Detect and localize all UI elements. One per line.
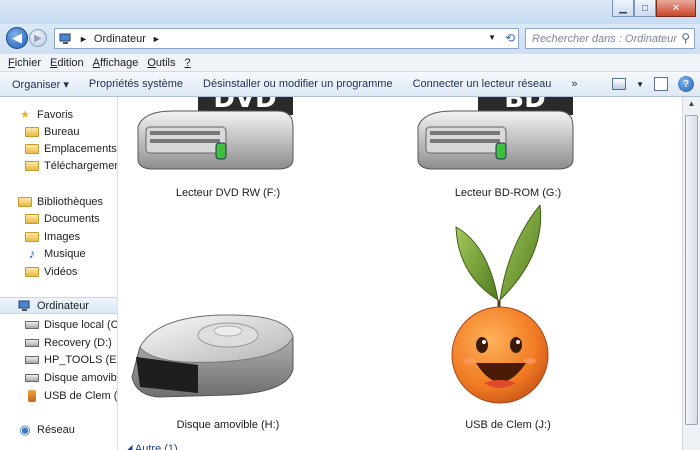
- drive-tile-bd[interactable]: BD Lecteur BD-ROM (G:): [398, 97, 618, 199]
- recent-places-icon: [25, 143, 39, 154]
- bd-drive-icon: BD: [417, 97, 574, 170]
- sidebar-item-hp-tools[interactable]: HP_TOOLS (E:): [0, 351, 117, 368]
- command-bar: Organiser ▾ Propriétés système Désinstal…: [0, 72, 700, 97]
- help-icon[interactable]: ?: [678, 76, 694, 92]
- view-dropdown-icon[interactable]: ▼: [636, 80, 644, 89]
- breadcrumb-separator[interactable]: ►: [79, 34, 88, 44]
- hard-drive-icon: [25, 355, 39, 364]
- drive-tile-removable[interactable]: Disque amovible (H:): [118, 307, 338, 431]
- address-bar: ◀ ▶ ► Ordinateur ► ▼ ⟲ Rechercher dans :…: [0, 24, 700, 54]
- breadcrumb-arrow[interactable]: ►: [152, 34, 161, 44]
- navigation-pane: ★ Favoris Bureau Emplacements récents Té…: [0, 97, 118, 450]
- drive-label-bd: Lecteur BD-ROM (G:): [454, 187, 562, 199]
- preview-pane-icon[interactable]: [654, 77, 668, 91]
- scroll-up-icon[interactable]: ▲: [685, 99, 698, 113]
- orange-mascot-icon: [451, 205, 549, 404]
- map-network-drive-button[interactable]: Connecter un lecteur réseau: [413, 78, 552, 90]
- menu-outils[interactable]: Outils: [147, 57, 175, 69]
- menu-affichage[interactable]: Affichage: [93, 57, 139, 69]
- menu-fichier[interactable]: Fichier: [8, 57, 41, 69]
- drive-label-removable: Disque amovible (H:): [176, 419, 280, 431]
- close-button[interactable]: ✕: [656, 0, 696, 17]
- libraries-icon: [18, 196, 32, 207]
- system-properties-button[interactable]: Propriétés système: [89, 78, 183, 90]
- search-icon[interactable]: ⚲: [681, 31, 690, 45]
- menu-aide[interactable]: ?: [184, 57, 190, 69]
- arrow-left-icon: ◀: [12, 30, 22, 45]
- music-icon: ♪: [28, 245, 36, 261]
- search-placeholder: Rechercher dans : Ordinateur: [532, 32, 677, 45]
- window-controls: ▁ □ ✕: [612, 0, 696, 17]
- title-bar: ▁ □ ✕: [0, 0, 700, 24]
- more-commands-button[interactable]: »: [571, 78, 577, 90]
- computer-icon: [18, 300, 32, 312]
- hard-drive-icon: [25, 320, 39, 329]
- sidebar-item-musique[interactable]: ♪ Musique: [0, 245, 117, 262]
- group-header-other[interactable]: ◢ Autre (1): [124, 442, 178, 450]
- desktop-icon: [25, 126, 39, 137]
- computer-icon: [59, 33, 71, 44]
- downloads-icon: [25, 160, 39, 171]
- sidebar-item-usb[interactable]: USB de Clem (J:): [0, 387, 117, 404]
- breadcrumb-ordinateur[interactable]: Ordinateur: [94, 33, 146, 45]
- sidebar-item-bibliotheques[interactable]: Bibliothèques: [0, 193, 117, 210]
- sidebar-item-ordinateur[interactable]: Ordinateur: [0, 297, 117, 314]
- menu-edition[interactable]: Edition: [50, 57, 84, 69]
- organize-button[interactable]: Organiser ▾: [12, 78, 69, 91]
- sidebar-item-bureau[interactable]: Bureau: [0, 123, 117, 140]
- removable-disk-icon: [131, 314, 294, 398]
- sidebar-item-favoris[interactable]: ★ Favoris: [0, 106, 117, 123]
- hard-drive-icon: [25, 338, 39, 347]
- sidebar-item-videos[interactable]: Vidéos: [0, 263, 117, 280]
- sidebar-item-disque-amovible[interactable]: Disque amovible (H:): [0, 369, 117, 386]
- address-field[interactable]: ► Ordinateur ► ▼ ⟲: [54, 28, 519, 49]
- sidebar-item-emplacements[interactable]: Emplacements récents: [0, 140, 117, 157]
- removable-drive-icon: [25, 373, 39, 382]
- back-button[interactable]: ◀: [6, 27, 28, 49]
- drive-tile-usb[interactable]: USB de Clem (J:): [398, 205, 618, 435]
- drive-label-usb: USB de Clem (J:): [465, 419, 551, 431]
- scroll-thumb[interactable]: [685, 115, 698, 425]
- content-area: DVD Lecteur DVD RW (F:) BD Lecteur BD-RO…: [118, 97, 682, 450]
- sidebar-item-images[interactable]: Images: [0, 228, 117, 245]
- sidebar-item-recovery[interactable]: Recovery (D:): [0, 334, 117, 351]
- videos-icon: [25, 266, 39, 277]
- change-view-icon[interactable]: [612, 78, 627, 90]
- history-dropdown-icon[interactable]: ▼: [488, 33, 496, 42]
- images-icon: [25, 231, 39, 242]
- uninstall-program-button[interactable]: Désinstaller ou modifier un programme: [203, 78, 393, 90]
- dvd-drive-icon: DVD: [137, 97, 294, 170]
- arrow-right-icon: ▶: [34, 32, 42, 44]
- sidebar-item-disque-local[interactable]: Disque local (C:): [0, 316, 117, 333]
- drive-tile-dvd[interactable]: DVD Lecteur DVD RW (F:): [118, 97, 338, 199]
- forward-button[interactable]: ▶: [29, 29, 47, 47]
- star-icon: ★: [20, 108, 30, 121]
- usb-drive-icon: [28, 389, 36, 402]
- search-input[interactable]: Rechercher dans : Ordinateur ⚲: [525, 28, 695, 49]
- menu-bar: Fichier Edition Affichage Outils ?: [0, 54, 700, 72]
- vertical-scrollbar[interactable]: ▲: [682, 97, 700, 450]
- documents-icon: [25, 213, 39, 224]
- sidebar-item-telechargements[interactable]: Téléchargements: [0, 157, 117, 174]
- maximize-button[interactable]: □: [634, 0, 656, 17]
- refresh-icon[interactable]: ⟲: [505, 31, 515, 45]
- minimize-button[interactable]: ▁: [612, 0, 634, 17]
- network-icon: ◉: [19, 421, 31, 437]
- sidebar-item-documents[interactable]: Documents: [0, 210, 117, 227]
- drive-label-dvd: Lecteur DVD RW (F:): [175, 187, 281, 199]
- sidebar-item-reseau[interactable]: ◉ Réseau: [0, 421, 117, 438]
